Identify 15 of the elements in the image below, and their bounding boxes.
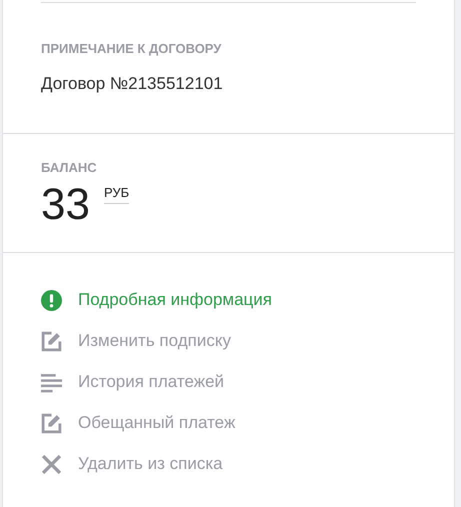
- exclamation-icon: [41, 290, 62, 310]
- edit-icon: [41, 330, 62, 352]
- currency-label: РУБ: [104, 185, 130, 204]
- section-label: БАЛАНС: [41, 160, 98, 175]
- action-link[interactable]: Удалить из списка: [41, 453, 223, 475]
- list-icon: [41, 372, 62, 392]
- section-label: ПРИМЕЧАНИЕ К ДОГОВОРУ: [41, 41, 222, 56]
- action-link[interactable]: Обещанный платеж: [41, 412, 236, 434]
- action-link[interactable]: История платежей: [41, 371, 224, 393]
- action-link[interactable]: Подробная информация: [41, 289, 272, 311]
- action-link[interactable]: Изменить подписку: [41, 330, 231, 352]
- note-text: Договор №2135512101: [41, 74, 224, 94]
- close-icon: [41, 454, 62, 474]
- balance-amount: 33: [41, 183, 90, 227]
- edit-icon: [41, 412, 62, 434]
